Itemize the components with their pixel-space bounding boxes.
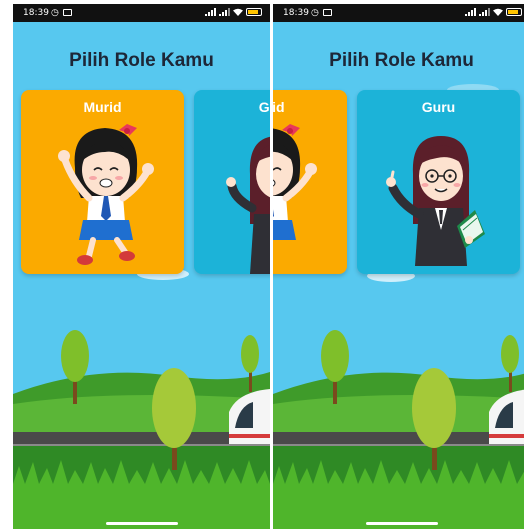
signal-icon: [219, 8, 230, 16]
message-icon: [63, 9, 72, 16]
signal-icon: [465, 8, 476, 16]
role-card-murid[interactable]: Murid: [273, 90, 347, 274]
alarm-icon: ◷: [51, 8, 59, 18]
wifi-icon: [493, 8, 503, 16]
teacher-woman-illustration: [386, 136, 485, 266]
wifi-icon: [233, 8, 243, 16]
gesture-bar[interactable]: [365, 522, 438, 525]
role-card-guru[interactable]: Guru: [357, 90, 520, 274]
status-bar: 18:39 ◷: [273, 4, 524, 22]
battery-icon: [246, 8, 262, 16]
battery-icon: [506, 8, 522, 16]
status-time: 18:39: [23, 8, 49, 18]
phone-screenshot-left: 18:39 ◷ Pilih Role Kamu Murid G: [13, 4, 270, 529]
page-title: Pilih Role Kamu: [329, 50, 474, 71]
gesture-bar[interactable]: [105, 522, 178, 525]
message-icon: [323, 9, 332, 16]
status-bar: 18:39 ◷: [13, 4, 270, 22]
page-title: Pilih Role Kamu: [69, 50, 214, 71]
status-time: 18:39: [283, 8, 309, 18]
student-girl-illustration: [273, 124, 317, 240]
role-card-guru[interactable]: Guru: [194, 90, 270, 274]
alarm-icon: ◷: [311, 8, 319, 18]
phone-screenshot-right: 18:39 ◷ Pilih Role Kamu Murid: [273, 4, 524, 529]
signal-icon: [479, 8, 490, 16]
signal-icon: [205, 8, 216, 16]
teacher-woman-illustration: [226, 136, 270, 274]
role-card-murid[interactable]: Murid: [21, 90, 184, 274]
student-girl-illustration: [58, 124, 154, 265]
